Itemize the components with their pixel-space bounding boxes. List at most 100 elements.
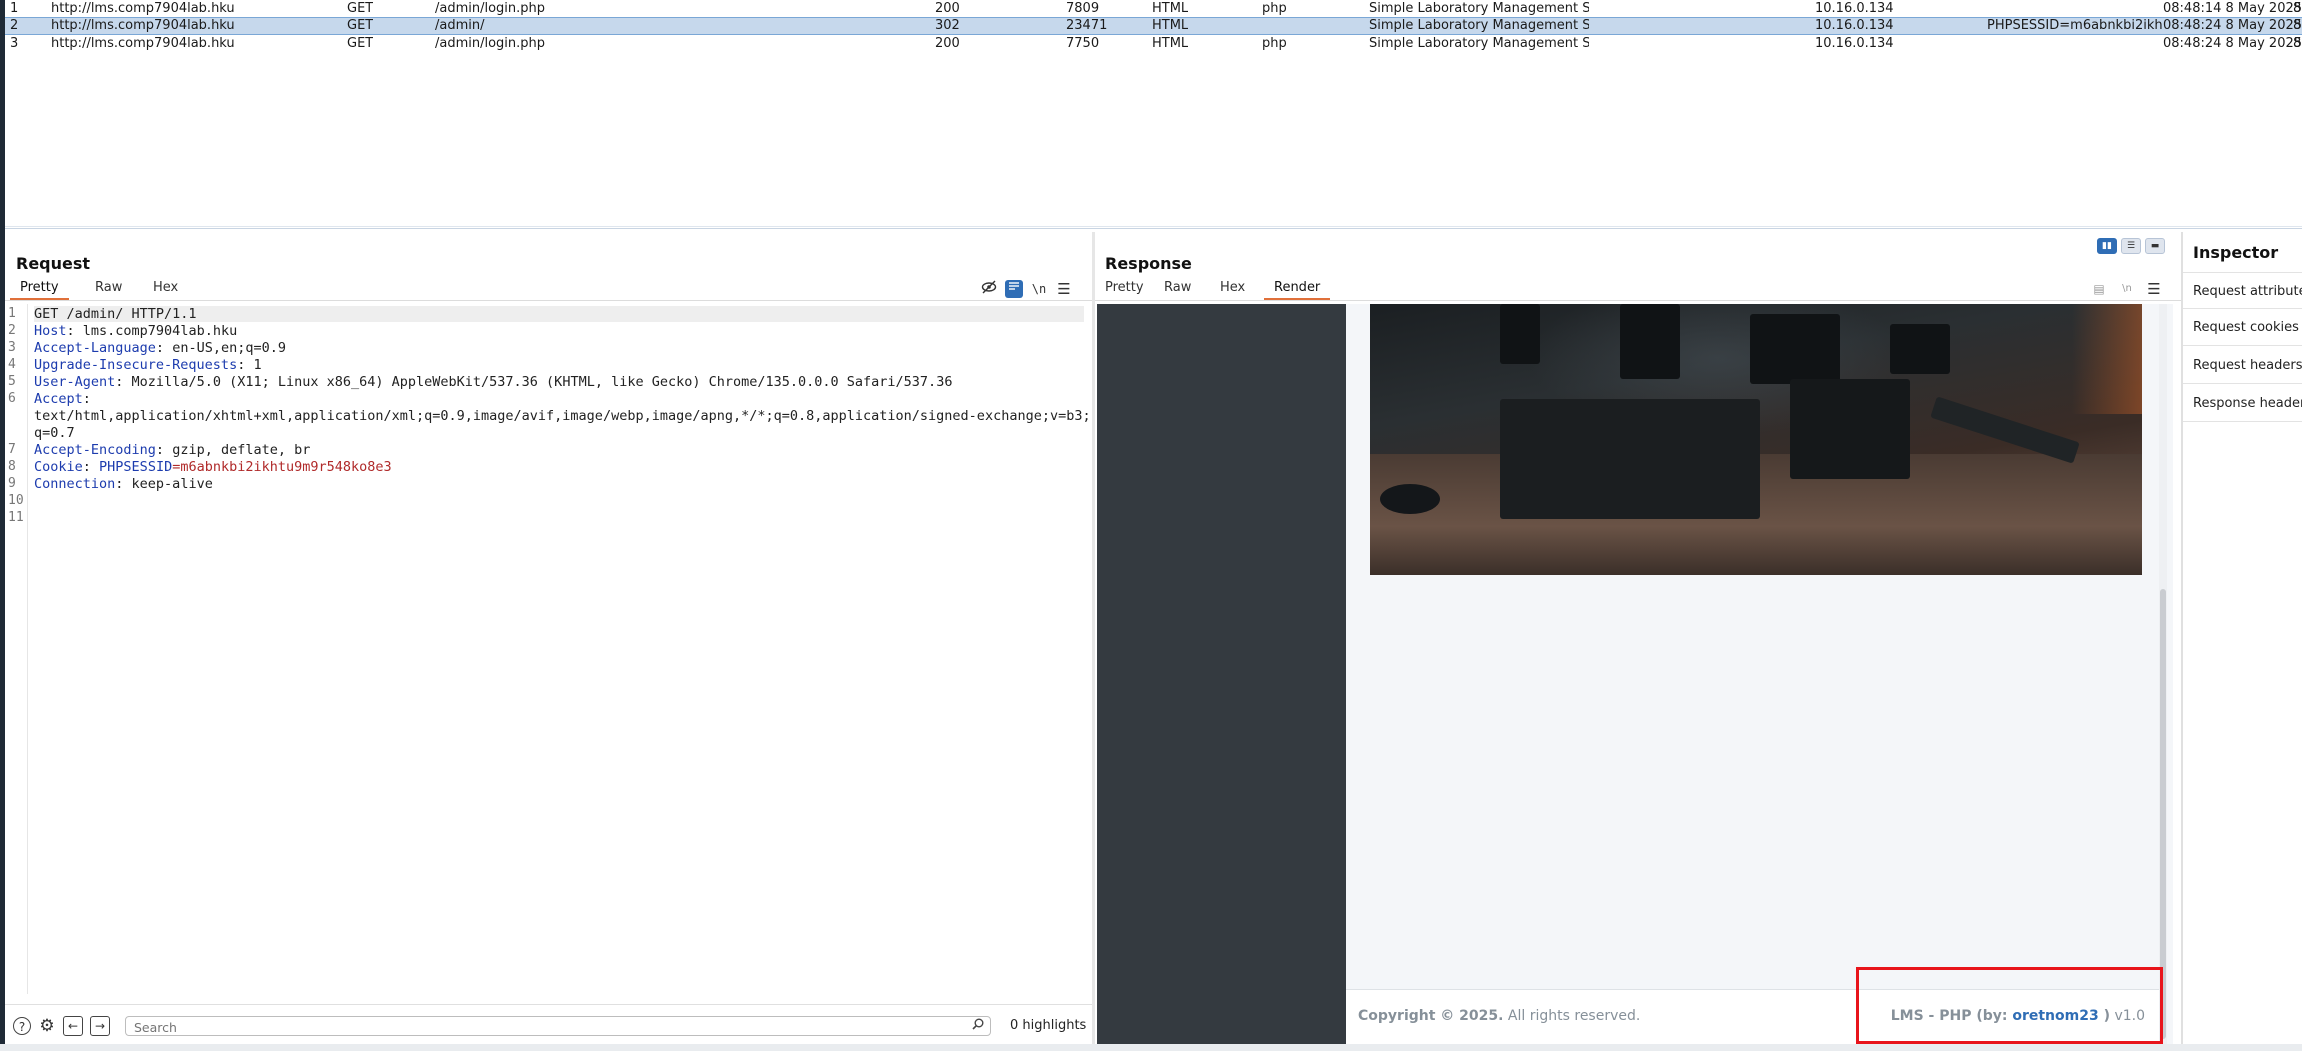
code-line: text/html,application/xhtml+xml,applicat… <box>34 408 1091 424</box>
photo-monitor <box>1750 314 1840 384</box>
table-row[interactable]: 1 http://lms.comp7904lab.hku GET /admin/… <box>5 0 2302 18</box>
row-title: Simple Laboratory Management Sy... <box>1369 1 1589 16</box>
layout-tabs-button[interactable]: ▬ <box>2145 238 2165 254</box>
request-tabs: Pretty Raw Hex <box>10 278 1090 300</box>
header-value: text/html,application/xhtml+xml,applicat… <box>34 408 1091 424</box>
arrow-right-icon[interactable]: → <box>90 1016 110 1036</box>
header-name: User-Agent <box>34 374 116 390</box>
line-number: 9 <box>8 476 16 491</box>
line-number: 6 <box>8 391 16 406</box>
arrow-left-icon[interactable]: ← <box>63 1016 83 1036</box>
line-number: 8 <box>8 459 16 474</box>
line-gutter <box>5 304 28 994</box>
code-line: User-Agent: Mozilla/5.0 (X11; Linux x86_… <box>34 374 952 390</box>
help-icon[interactable]: ? <box>13 1017 31 1035</box>
menu-icon[interactable]: ☰ <box>1055 280 1073 298</box>
header-separator: : <box>237 357 254 373</box>
eye-slash-icon[interactable] <box>980 280 998 298</box>
inspector-request-headers[interactable]: Request headers <box>2183 347 2302 384</box>
row-host: http://lms.comp7904lab.hku <box>51 1 235 16</box>
copyright-bold: Copyright © 2025. <box>1358 1008 1504 1024</box>
tab-pretty[interactable]: Pretty <box>10 278 69 300</box>
tab-raw[interactable]: Raw <box>85 278 132 298</box>
header-name: Host <box>34 323 67 339</box>
tab-render[interactable]: Render <box>1264 278 1331 300</box>
response-title: Response <box>1105 254 1192 273</box>
header-separator: : <box>82 391 100 407</box>
newline-icon[interactable]: \n <box>2118 280 2136 298</box>
inspector-request-cookies[interactable]: Request cookies <box>2183 309 2302 346</box>
code-line: q=0.7 <box>34 425 75 441</box>
code-line: Connection: keep-alive <box>34 476 213 492</box>
tab-underline <box>1095 300 2181 301</box>
code-line: Accept-Language: en-US,en;q=0.9 <box>34 340 286 356</box>
inspector-response-headers[interactable]: Response headers <box>2183 385 2302 422</box>
search-icon[interactable] <box>972 1018 984 1034</box>
layout-toggle-group: ▮▮ ☰ ▬ <box>2097 238 2165 256</box>
tab-hex[interactable]: Hex <box>143 278 188 298</box>
line-number: 10 <box>8 493 24 508</box>
line-number: 11 <box>8 510 24 525</box>
inspector-request-attributes[interactable]: Request attributes <box>2183 272 2302 309</box>
highlights-count: 0 highlights <box>1010 1018 1087 1033</box>
wrap-icon[interactable] <box>1005 280 1023 298</box>
photo-computer <box>1790 379 1910 479</box>
request-editor[interactable]: 1 GET /admin/ HTTP/1.1 2 Host: lms.comp7904… <box>5 304 1092 994</box>
request-panel: Request Pretty Raw Hex \n ☰ 1 GET /admin/… <box>5 232 1092 1044</box>
row-ip: 10.16.0.134 <box>1815 18 1894 33</box>
row-cookies: PHPSESSID=m6abnkbi2ikht... <box>1987 18 2162 33</box>
row-status: 302 <box>935 18 960 33</box>
photo-computer <box>1500 399 1760 519</box>
row-title: Simple Laboratory Management Sy... <box>1369 18 1589 33</box>
header-value: en-US,en;q=0.9 <box>172 340 286 356</box>
highlight-annotation-box <box>1856 967 2163 1044</box>
row-mime: HTML <box>1152 1 1189 16</box>
line-number: 2 <box>8 323 16 338</box>
lab-photo <box>1370 304 2142 575</box>
header-separator: : <box>115 476 132 492</box>
request-title: Request <box>16 254 91 273</box>
code-line: Accept-Encoding: gzip, deflate, br <box>34 442 310 458</box>
row-method: GET <box>347 18 374 33</box>
request-footer: ? ⚙ ← → 0 highlights <box>5 1004 1092 1045</box>
photo-monitor <box>1890 324 1950 374</box>
header-value: GET /admin/ HTTP/1.1 <box>34 306 197 322</box>
cookie-name: PHPSESSID <box>99 459 173 475</box>
row-number: 2 <box>10 18 19 33</box>
rendered-page[interactable]: Copyright © 2025. All rights reserved. L… <box>1097 304 2173 1044</box>
tab-pretty[interactable]: Pretty <box>1095 278 1154 298</box>
row-extension: php <box>1262 1 1287 16</box>
tab-hex[interactable]: Hex <box>1210 278 1255 298</box>
code-line: Host: lms.comp7904lab.hku <box>34 323 237 339</box>
row-ip: 10.16.0.134 <box>1815 1 1894 16</box>
line-number: 5 <box>8 374 16 389</box>
table-row-selected[interactable]: 2 http://lms.comp7904lab.hku GET /admin/… <box>5 17 2302 35</box>
tab-underline <box>5 300 1092 301</box>
line-number: 3 <box>8 340 16 355</box>
newline-toggle[interactable]: \n <box>1030 280 1048 298</box>
header-value: Mozilla/5.0 (X11; Linux x86_64) AppleWeb… <box>131 374 953 390</box>
line-number: 7 <box>8 442 16 457</box>
code-line: Upgrade-Insecure-Requests: 1 <box>34 357 262 373</box>
wrap-icon[interactable]: ▤ <box>2090 280 2108 298</box>
search-field[interactable] <box>125 1016 991 1036</box>
layout-side-by-side-button[interactable]: ▮▮ <box>2097 238 2117 254</box>
rendered-sidebar <box>1097 304 1346 1044</box>
panel-divider[interactable] <box>5 226 2302 227</box>
menu-icon[interactable]: ☰ <box>2145 280 2163 298</box>
proxy-history-table: 1 http://lms.comp7904lab.hku GET /admin/… <box>5 0 2302 229</box>
row-number: 3 <box>10 36 19 51</box>
tab-raw[interactable]: Raw <box>1154 278 1201 298</box>
row-method: GET <box>347 36 374 51</box>
line-number: 4 <box>8 357 16 372</box>
row-method: GET <box>347 1 374 16</box>
layout-stacked-button[interactable]: ☰ <box>2121 238 2141 254</box>
row-time: 08:48:14 8 May 2025 <box>2163 1 2302 16</box>
search-input[interactable] <box>132 1018 956 1036</box>
code-line: GET /admin/ HTTP/1.1 <box>34 306 1084 322</box>
header-value: lms.comp7904lab.hku <box>82 323 238 339</box>
row-ip: 10.16.0.134 <box>1815 36 1894 51</box>
gear-icon[interactable]: ⚙ <box>38 1017 56 1035</box>
table-row[interactable]: 3 http://lms.comp7904lab.hku GET /admin/… <box>5 35 2302 53</box>
code-line: Accept: <box>34 391 99 407</box>
